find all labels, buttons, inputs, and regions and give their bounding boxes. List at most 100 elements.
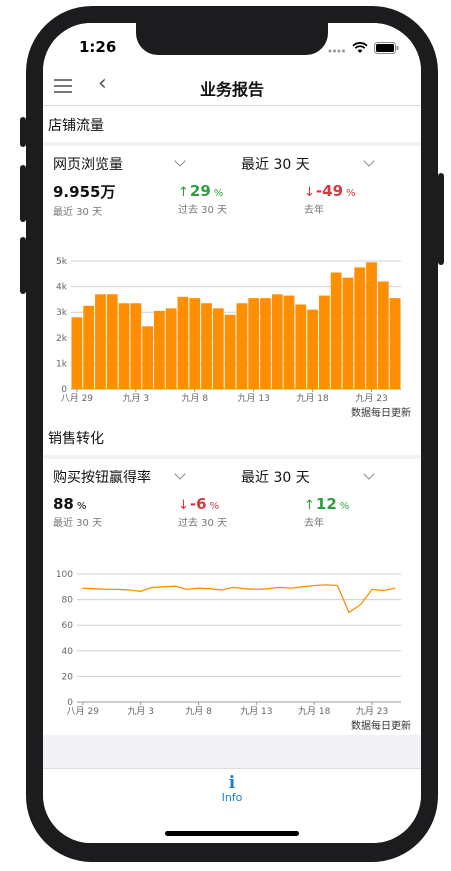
- section-header-traffic: 店铺流量: [43, 106, 421, 142]
- chevron-down-icon[interactable]: [363, 155, 375, 167]
- x-tick-label: 八月 29: [61, 393, 94, 404]
- kpi-unit: %: [209, 501, 220, 512]
- home-indicator-area: [43, 813, 421, 843]
- kpi-label: 去年: [304, 205, 324, 216]
- x-tick-label: 九月 8: [181, 393, 208, 404]
- bar: [142, 326, 153, 389]
- bar: [307, 309, 318, 389]
- bar: [330, 272, 342, 389]
- bar: [165, 308, 177, 389]
- pageviews-bar-chart: 01k2k3k4k5k八月 29 九月 3 九月 8 九月 13 九月 18 九月 23: [56, 257, 401, 404]
- section-title: 店铺流量: [48, 118, 104, 134]
- metric-dropdown[interactable]: 网页浏览量: [53, 154, 123, 174]
- bar: [248, 298, 260, 389]
- y-tick-label: 20: [62, 672, 74, 682]
- kpi-unit: %: [339, 501, 350, 512]
- arrow-down-icon: ↓: [178, 498, 189, 513]
- mute-switch: [20, 117, 26, 147]
- x-tick-label: 九月 13: [240, 706, 272, 717]
- kpi-current: 88% 最近 30 天: [53, 494, 102, 529]
- bar: [130, 303, 142, 389]
- bar: [224, 314, 236, 389]
- bar: [236, 303, 248, 389]
- kpi-vs-last-year: ↑12% 去年: [304, 494, 349, 529]
- y-tick-label: 3k: [56, 308, 68, 318]
- x-tick-label: 九月 3: [127, 706, 154, 717]
- x-tick-label: 九月 23: [355, 393, 387, 404]
- section-header-conversion: 销售转化: [43, 419, 421, 455]
- bar: [389, 298, 401, 389]
- period-dropdown[interactable]: 最近 30 天: [241, 467, 310, 487]
- bar: [271, 294, 283, 389]
- bar: [354, 267, 366, 389]
- chevron-down-icon[interactable]: [174, 468, 186, 480]
- bar: [260, 298, 271, 389]
- update-footnote: 数据每日更新: [351, 408, 411, 419]
- info-icon: i: [228, 773, 236, 793]
- kpi-label: 去年: [304, 518, 324, 529]
- kpi-unit: %: [346, 188, 356, 199]
- kpi-value: 88: [53, 495, 74, 513]
- x-tick-label: 八月 29: [67, 706, 100, 717]
- nav-bar: ‹ 业务报告: [43, 67, 421, 106]
- series-line: [82, 584, 396, 614]
- kpi-unit: %: [213, 188, 224, 199]
- x-tick-label: 九月 18: [298, 706, 331, 717]
- tab-bar: i Info: [43, 768, 421, 813]
- signal-icon: [328, 39, 346, 58]
- bar: [201, 303, 212, 389]
- bar: [118, 303, 130, 389]
- battery-icon: [374, 39, 399, 58]
- kpi-current: 9.955万 最近 30 天: [53, 181, 115, 218]
- kpi-vs-previous: ↓-6% 过去 30 天: [178, 494, 227, 529]
- chevron-down-icon[interactable]: [363, 468, 375, 480]
- arrow-up-icon: ↑: [304, 498, 315, 513]
- chevron-down-icon[interactable]: [174, 155, 186, 167]
- kpi-unit: %: [76, 501, 87, 512]
- bar: [95, 294, 106, 389]
- notch: [136, 23, 328, 55]
- volume-up-button: [20, 165, 26, 222]
- status-time: 1:26: [79, 38, 117, 56]
- kpi-value: 9.955万: [53, 183, 116, 201]
- y-tick-label: 60: [62, 621, 74, 631]
- y-tick-label: 4k: [56, 283, 68, 293]
- kpi-value: -6: [189, 495, 207, 513]
- bar: [295, 304, 307, 389]
- bar: [212, 308, 224, 389]
- arrow-up-icon: ↑: [178, 185, 189, 200]
- x-tick-label: 九月 8: [185, 706, 212, 717]
- status-icons: [328, 39, 399, 58]
- x-tick-label: 九月 13: [238, 393, 270, 404]
- x-tick-label: 九月 3: [123, 393, 150, 404]
- volume-down-button: [20, 237, 26, 294]
- wifi-icon: [352, 39, 368, 58]
- kpi-value: 29: [189, 182, 211, 200]
- home-indicator: [165, 831, 299, 836]
- y-tick-label: 100: [56, 570, 73, 580]
- traffic-card: 网页浏览量 最近 30 天 9.955万 最近 30 天 ↑29% 过去 30 …: [43, 146, 421, 422]
- bar: [319, 295, 330, 389]
- y-tick-label: 40: [62, 647, 74, 657]
- y-tick-label: 1k: [56, 359, 68, 369]
- bar: [283, 295, 295, 389]
- bar: [366, 262, 377, 389]
- section-title: 销售转化: [48, 431, 104, 447]
- update-footnote: 数据每日更新: [351, 721, 411, 732]
- y-tick-label: 5k: [56, 257, 68, 267]
- tab-info[interactable]: i Info: [211, 773, 253, 805]
- bar: [154, 310, 165, 389]
- bar: [71, 317, 83, 389]
- y-tick-label: 80: [62, 596, 74, 606]
- x-tick-label: 九月 23: [356, 706, 388, 717]
- tab-label: Info: [221, 791, 243, 804]
- bar: [377, 281, 389, 389]
- conversion-card: 购买按钮赢得率 最近 30 天 88% 最近 30 天 ↓-6% 过去 30 天…: [43, 459, 421, 735]
- power-button: [438, 173, 444, 265]
- metric-dropdown[interactable]: 购买按钮赢得率: [53, 467, 151, 487]
- kpi-label: 过去 30 天: [178, 205, 228, 216]
- period-dropdown[interactable]: 最近 30 天: [241, 154, 310, 174]
- kpi-label: 最近 30 天: [53, 518, 103, 529]
- kpi-value: -49: [315, 182, 344, 200]
- x-tick-label: 九月 18: [296, 393, 329, 404]
